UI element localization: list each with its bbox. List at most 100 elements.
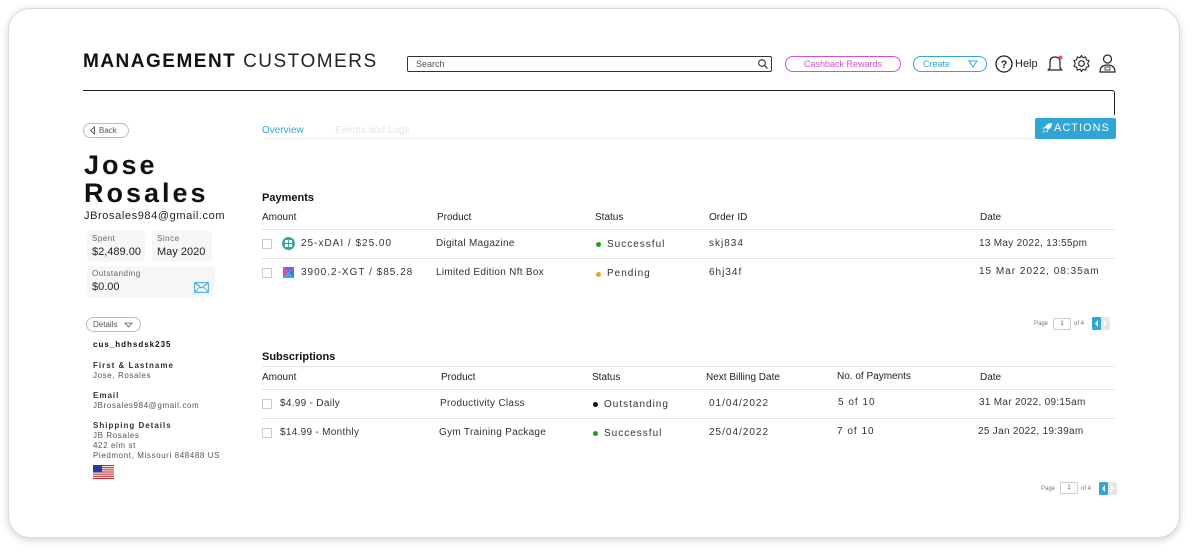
details-label: Details [93,320,118,329]
tab-underline [262,138,1115,139]
create-label: Create [923,59,951,69]
pager-of-label: of 4 [1081,486,1092,492]
tab-overview[interactable]: Overview [262,125,304,136]
payment-order-id: 6hj34f [709,267,743,278]
row-divider [262,258,1115,259]
subs-col-status: Status [592,372,621,383]
since-label: Since [157,234,180,243]
chevron-down-icon [968,60,978,68]
search-input[interactable]: Search [407,56,772,72]
status-dot [596,242,601,247]
page-title: MANAGEMENT CUSTOMERS [83,51,378,73]
status-dot [593,402,598,407]
row-checkbox[interactable] [262,239,272,249]
subscription-date: 31 Mar 2022, 09:15am [979,397,1086,408]
subscriptions-title-line [262,366,1115,367]
email-label: Email [93,391,120,400]
rocket-icon [1042,123,1052,133]
payments-col-product: Product [437,212,472,223]
shipping-name: JB Rosales [93,431,140,440]
pager-page-input[interactable]: 1 [1060,482,1078,494]
outstanding-value: $0.00 [92,281,120,293]
status-dot [593,431,598,436]
payments-header-line [262,229,1115,230]
pager-prev-next-icon[interactable] [1092,317,1110,330]
payment-product: Limited Edition Nft Box [436,267,545,278]
pager-page-input[interactable]: 1 [1053,318,1071,330]
gear-icon[interactable] [1072,54,1091,73]
subscription-product: Productivity Class [440,398,525,409]
subs-col-amount: Amount [262,372,297,383]
payment-date: 13 May 2022, 13:55pm [979,238,1088,249]
spent-label: Spent [92,234,116,243]
cashback-rewards-button[interactable]: Cashback Rewards [785,56,901,72]
fullname-label: First & Lastname [93,361,174,370]
shipping-label: Shipping Details [93,421,172,430]
payment-date: 15 Mar 2022, 08:35am [979,266,1100,277]
subscription-next-billing: 01/04/2022 [709,398,770,409]
payments-col-status: Status [595,212,624,223]
subscription-product: Gym Training Package [439,427,547,438]
payment-status: Successful [607,239,666,250]
row-divider [262,418,1115,419]
since-value: May 2020 [157,246,206,258]
customer-id: cus_hdhsdsk235 [93,340,172,349]
subscriptions-title: Subscriptions [262,351,336,363]
subs-col-date: Date [980,372,1002,383]
row-checkbox[interactable] [262,268,272,278]
create-dropdown[interactable]: Create [913,56,987,72]
customer-first-name: Jose [84,150,158,180]
payments-col-date: Date [980,212,1002,223]
payment-product: Digital Magazine [436,238,515,249]
subscription-date: 25 Jan 2022, 19:39am [978,426,1084,437]
payments-col-order-id: Order ID [709,212,748,223]
xdai-coin-icon [282,237,295,250]
xgt-coin-icon [283,267,294,278]
help-label[interactable]: Help [1015,58,1038,70]
help-icon[interactable]: ? [995,55,1013,73]
tab-events-and-logs[interactable]: Events and Logs [335,125,410,136]
subscription-payments: 7 of 10 [837,426,875,437]
subscription-status: Successful [604,428,663,439]
email-value: JBrosales984@gmail.com [93,401,200,410]
payment-order-id: skj834 [709,238,744,249]
status-dot [596,272,601,277]
svg-text:?: ? [1001,59,1008,71]
subscription-status: Outstanding [604,399,669,410]
customer-email: JBrosales984@gmail.com [84,210,226,222]
pager-page-label: Page [1034,321,1049,327]
mail-icon[interactable] [194,282,209,293]
payment-amount: 3900.2-XGT / $85.28 [301,267,414,278]
pager-prev-next-icon[interactable] [1099,482,1117,495]
notification-bell-icon[interactable] [1046,54,1064,73]
subs-col-next-billing: Next Billing Date [706,372,780,383]
payment-status: Pending [607,268,651,279]
fullname-value: Jose, Rosales [93,371,152,380]
subscription-payments: 5 of 10 [838,397,876,408]
subscription-next-billing: 25/04/2022 [709,427,770,438]
chevron-down-icon [124,322,133,328]
brand-bold: MANAGEMENT [83,51,237,72]
subscription-amount: $4.99 - Daily [280,398,341,409]
subs-col-payments: No. of Payments [837,371,911,382]
since-stat: Since May 2020 [152,231,212,262]
pager-page-label: Page [1041,486,1056,492]
chevron-left-icon [89,126,95,135]
header-divider [83,90,1115,115]
pager-of-label: of 4 [1074,321,1085,327]
us-flag-icon [93,465,114,479]
payment-amount: 25-xDAI / $25.00 [301,238,393,249]
row-checkbox[interactable] [262,428,272,438]
row-checkbox[interactable] [262,399,272,409]
customer-name: Jose Rosales [84,151,244,207]
brand-light: CUSTOMERS [243,51,378,72]
subscription-amount: $14.99 - Monthly [280,427,360,438]
spent-stat: Spent $2,489.00 [87,231,145,262]
payments-col-amount: Amount [262,212,297,223]
spent-value: $2,489.00 [92,246,141,258]
outstanding-label: Outstanding [92,269,141,278]
subscriptions-header-line [262,389,1115,390]
shipping-street: 422 elm st [93,441,136,450]
search-icon[interactable] [757,58,769,70]
user-profile-icon[interactable] [1098,53,1117,73]
